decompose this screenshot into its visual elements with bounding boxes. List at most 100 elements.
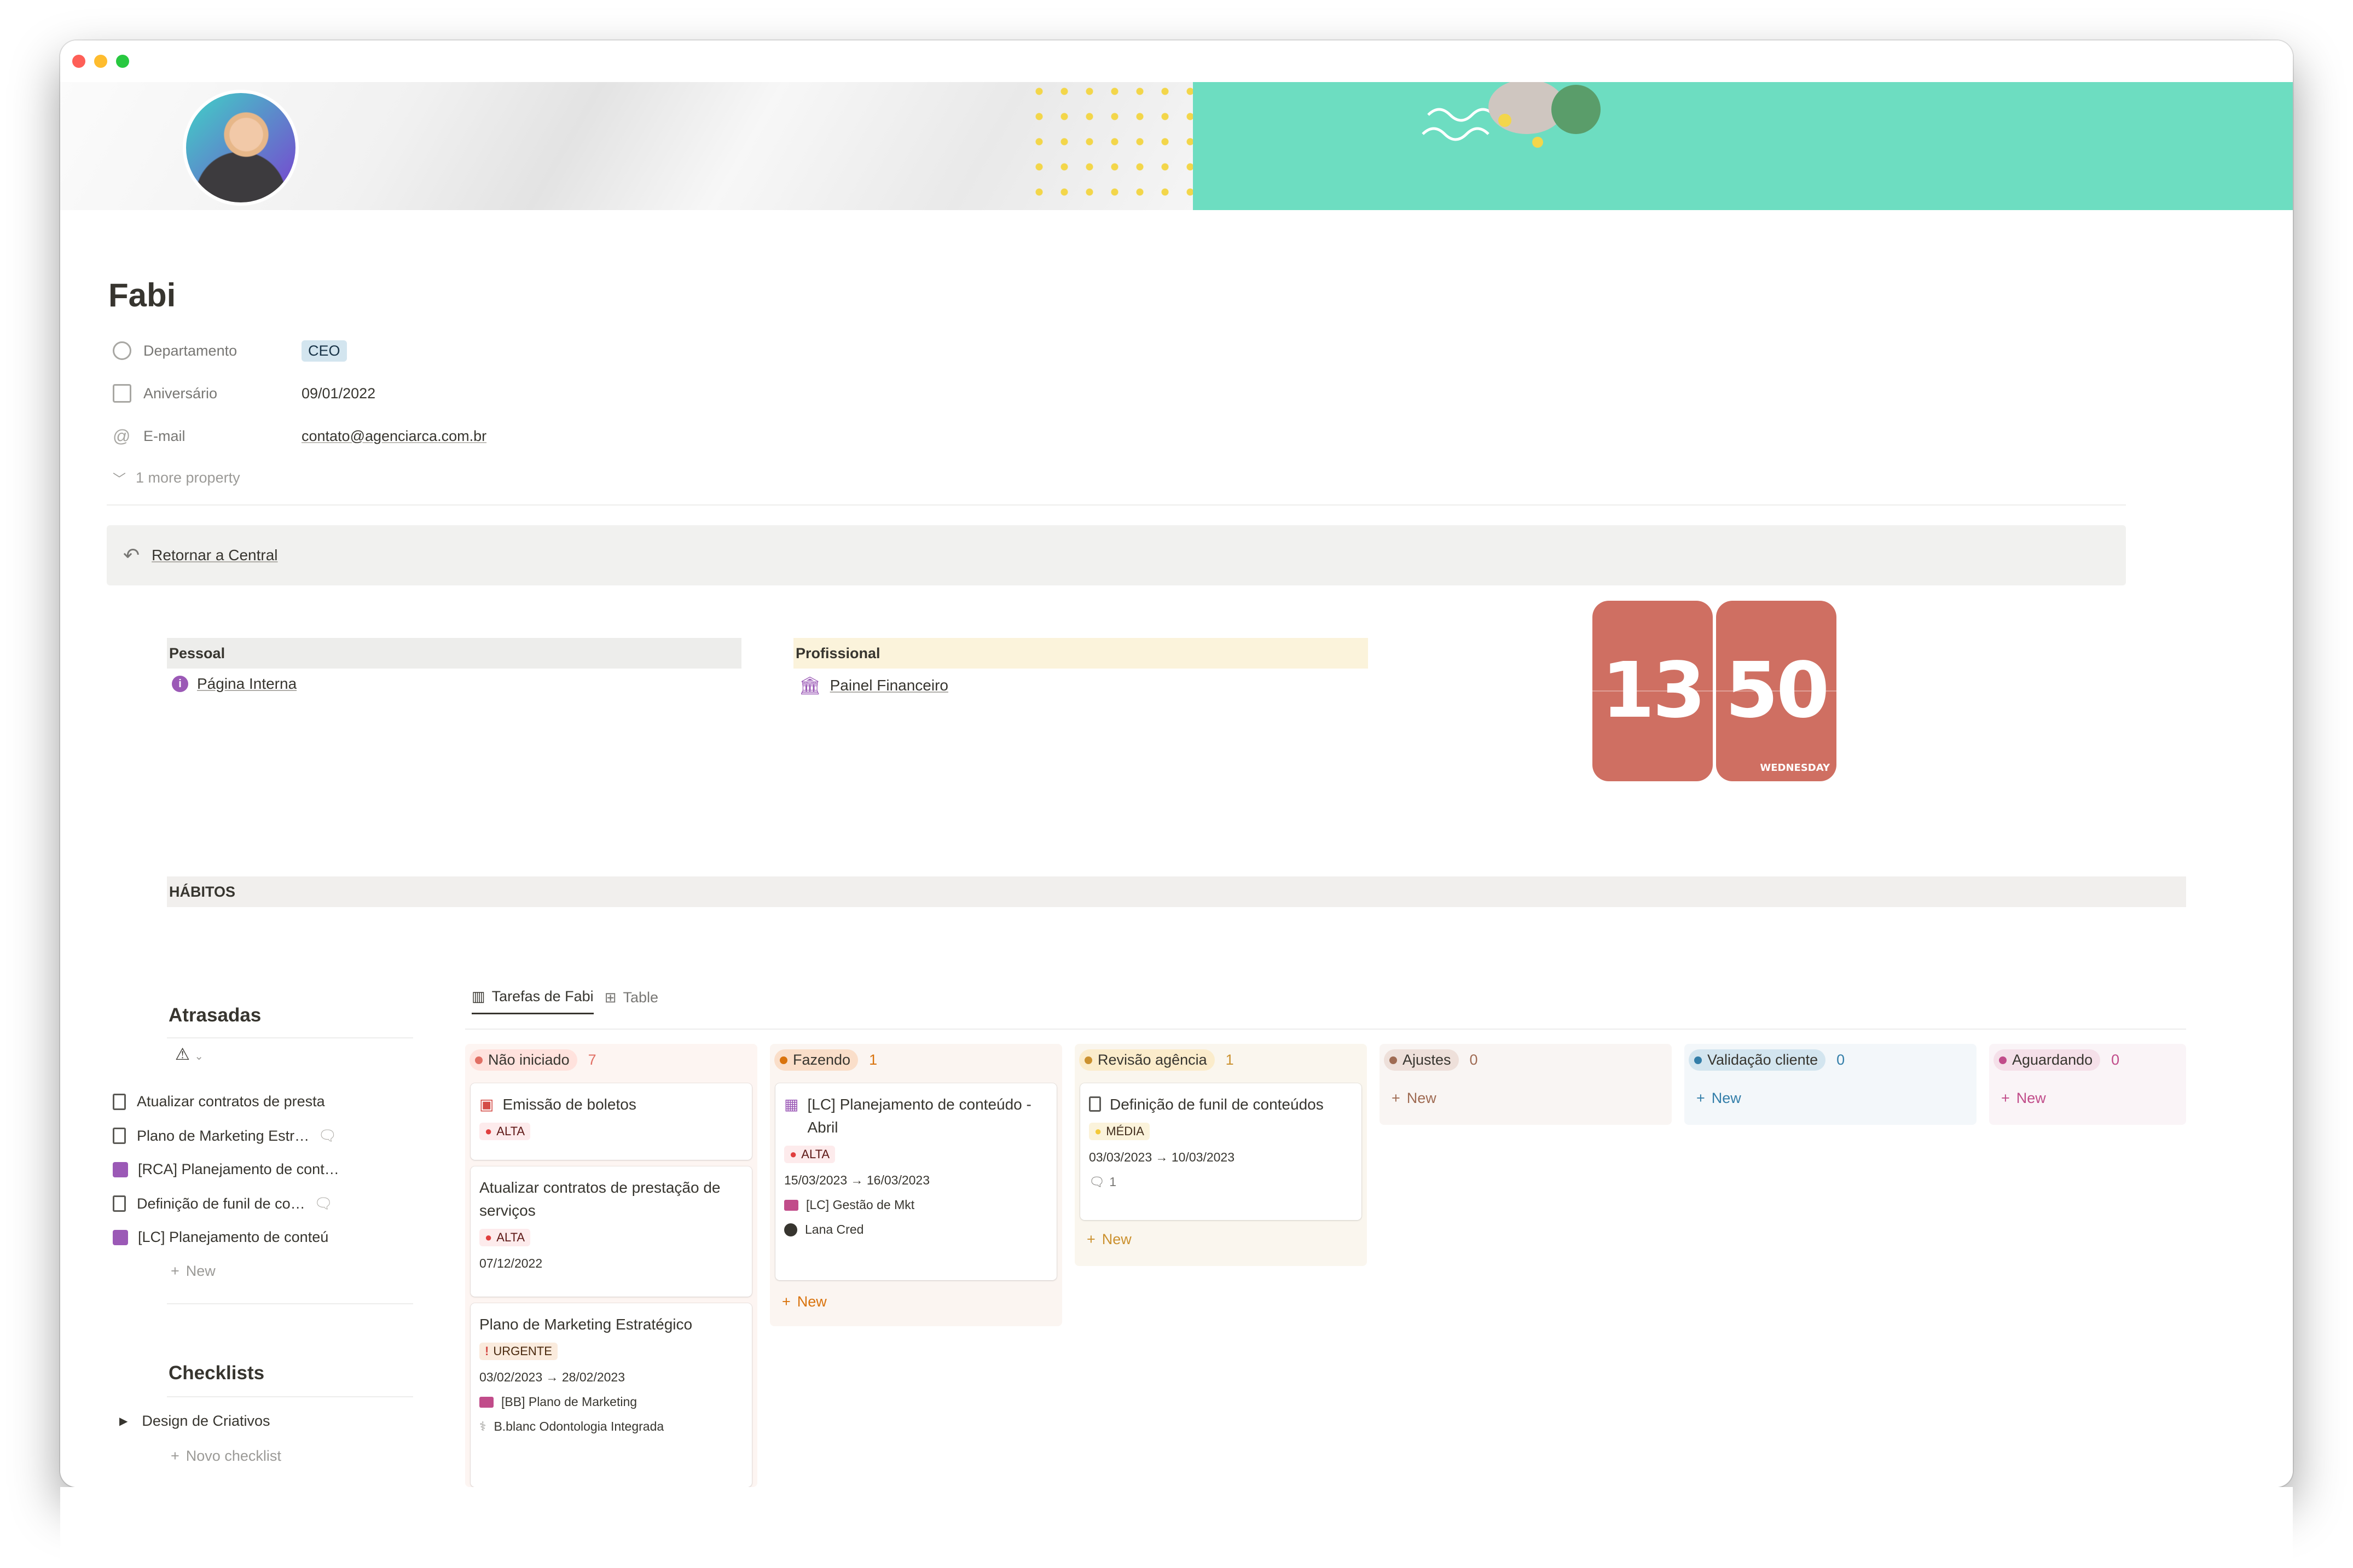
department-tag[interactable]: CEO (302, 340, 347, 362)
list-item[interactable]: Definição de funil de co… 🗨 (113, 1195, 408, 1212)
column-count: 0 (1836, 1052, 1845, 1068)
at-icon: @ (113, 426, 131, 446)
section-pessoal: Pessoal (167, 638, 741, 669)
link-pagina-interna[interactable]: i Página Interna (172, 675, 297, 693)
board-icon: ▥ (472, 988, 485, 1004)
column-count: 0 (1469, 1052, 1478, 1068)
minimize-window-button[interactable] (94, 55, 107, 68)
status-pill[interactable]: Validação cliente (1689, 1049, 1826, 1071)
zoom-window-button[interactable] (116, 55, 129, 68)
cover-illustration (1422, 82, 1601, 148)
callout: ↶ Retornar a Central (107, 525, 2126, 585)
triangle-right-icon: ▶ (119, 1415, 128, 1427)
new-card-button[interactable]: + New (782, 1293, 827, 1310)
column-ajustes: Ajustes 0 + New (1380, 1044, 1672, 1125)
due-date: 07/12/2022 (479, 1256, 543, 1270)
folder-icon (479, 1396, 494, 1408)
property-email[interactable]: @ E-mail contato@agenciarca.com.br (113, 423, 486, 449)
status-pill[interactable]: Não iniciado (470, 1049, 577, 1071)
calendar-icon (113, 384, 131, 403)
plus-icon: + (171, 1448, 179, 1464)
tab-table[interactable]: ⊞ Table (605, 989, 658, 1014)
folder-icon (784, 1199, 798, 1211)
column-count: 7 (588, 1052, 596, 1068)
title-bar (60, 40, 2293, 82)
atrasadas-new-button[interactable]: + New (171, 1263, 216, 1280)
column-nao-iniciado: Não iniciado 7 ▣ Emissão de boletos ● ALTA… (465, 1044, 757, 1487)
habitos-header: HÁBITOS (167, 876, 2186, 907)
property-departamento[interactable]: Departamento CEO (113, 338, 347, 363)
priority-badge: ● ALTA (784, 1146, 836, 1163)
comment-icon: 🗨 (318, 1128, 337, 1144)
column-validacao-cliente: Validação cliente 0 + New (1684, 1044, 1977, 1125)
task-card[interactable]: ▣ Emissão de boletos ● ALTA (471, 1083, 752, 1160)
client-avatar (784, 1223, 797, 1236)
priority-badge: ● MÉDIA (1089, 1123, 1150, 1140)
status-pill[interactable]: Fazendo (774, 1049, 859, 1071)
money-icon: ▣ (479, 1096, 494, 1113)
date-range: 03/03/2023 → 10/03/2023 (1089, 1150, 1235, 1164)
list-item[interactable]: [RCA] Planejamento de cont… (113, 1161, 408, 1178)
page-cover-image[interactable] (60, 82, 2293, 210)
divider (107, 504, 2126, 506)
chevron-down-icon: ﹀ (113, 472, 126, 487)
tab-tarefas-de-fabi[interactable]: ▥ Tarefas de Fabi (472, 988, 594, 1014)
new-card-button[interactable]: + New (2001, 1090, 2046, 1107)
plus-icon: + (171, 1263, 179, 1279)
comment-icon: 🗨 (1089, 1175, 1105, 1189)
avatar[interactable] (183, 90, 299, 206)
project-relation: [BB] Plano de Marketing (479, 1395, 743, 1409)
status-pill[interactable]: Aguardando (1993, 1049, 2101, 1071)
new-card-button[interactable]: + New (1696, 1090, 1741, 1107)
email-value[interactable]: contato@agenciarca.com.br (302, 428, 486, 445)
clock-minute: 50 WEDNESDAY (1716, 601, 1836, 781)
page-icon (113, 1195, 126, 1212)
comment-icon: 🗨 (314, 1195, 333, 1212)
page-icon (113, 1128, 126, 1144)
page-icon (113, 1093, 126, 1110)
status-pill[interactable]: Ajustes (1384, 1049, 1459, 1071)
property-aniversario[interactable]: Aniversário 09/01/2022 (113, 381, 375, 406)
checklist-item[interactable]: ▶ Design de Criativos (113, 1413, 408, 1430)
new-checklist-button[interactable]: + Novo checklist (171, 1448, 281, 1465)
calendar-icon (113, 1162, 128, 1177)
section-profissional: Profissional (793, 638, 1368, 669)
task-card[interactable]: Plano de Marketing Estratégico ! URGENTE … (471, 1303, 752, 1487)
link-painel-financeiro[interactable]: 🏛 Painel Financeiro (799, 675, 948, 696)
task-card[interactable]: Definição de funil de conteúdos ● MÉDIA 0… (1080, 1083, 1361, 1220)
project-relation: [LC] Gestão de Mkt (784, 1198, 1048, 1212)
task-card[interactable]: ▦ [LC] Planejamento de conteúdo - Abril ●… (775, 1083, 1057, 1280)
select-icon (113, 341, 131, 360)
board-tabs: ▥ Tarefas de Fabi ⊞ Table (472, 988, 658, 1014)
new-card-button[interactable]: + New (1087, 1231, 1132, 1248)
list-item[interactable]: [LC] Planejamento de conteú (113, 1229, 408, 1246)
priority-badge: ● ALTA (479, 1229, 531, 1246)
tooth-icon: ⚕ (479, 1419, 486, 1433)
calendar-icon: ▦ (784, 1096, 799, 1113)
client-relation: Lana Cred (784, 1222, 1048, 1237)
close-window-button[interactable] (72, 55, 85, 68)
bank-icon: 🏛 (799, 676, 821, 695)
return-arrow-icon: ↶ (123, 544, 140, 566)
new-card-button[interactable]: + New (1392, 1090, 1436, 1107)
column-fazendo: Fazendo 1 ▦ [LC] Planejamento de conteúdo… (770, 1044, 1062, 1326)
clock-hour: 13 (1592, 601, 1713, 781)
page-icon (1089, 1096, 1101, 1112)
birthday-value[interactable]: 09/01/2022 (302, 385, 375, 402)
atrasadas-title: Atrasadas (169, 1004, 262, 1026)
clock-day: WEDNESDAY (1760, 762, 1830, 774)
list-item[interactable]: Atualizar contratos de presta (113, 1093, 408, 1110)
return-link[interactable]: Retornar a Central (152, 547, 277, 564)
column-count: 1 (1225, 1052, 1234, 1068)
priority-badge: ● ALTA (479, 1123, 531, 1140)
priority-badge: ! URGENTE (479, 1343, 558, 1360)
checklists-title: Checklists (169, 1362, 265, 1384)
warning-icon[interactable]: ⚠ ⌄ (175, 1045, 204, 1064)
column-revisao-agencia: Revisão agência 1 Definição de funil de … (1075, 1044, 1367, 1266)
list-item[interactable]: Plano de Marketing Estr… 🗨 (113, 1127, 408, 1145)
table-icon: ⊞ (604, 989, 617, 1006)
more-properties-toggle[interactable]: ﹀ 1 more property (113, 465, 240, 490)
status-pill[interactable]: Revisão agência (1079, 1049, 1215, 1071)
task-card[interactable]: Atualizar contratos de prestação de serv… (471, 1166, 752, 1297)
date-range: 03/02/2023 → 28/02/2023 (479, 1370, 625, 1384)
